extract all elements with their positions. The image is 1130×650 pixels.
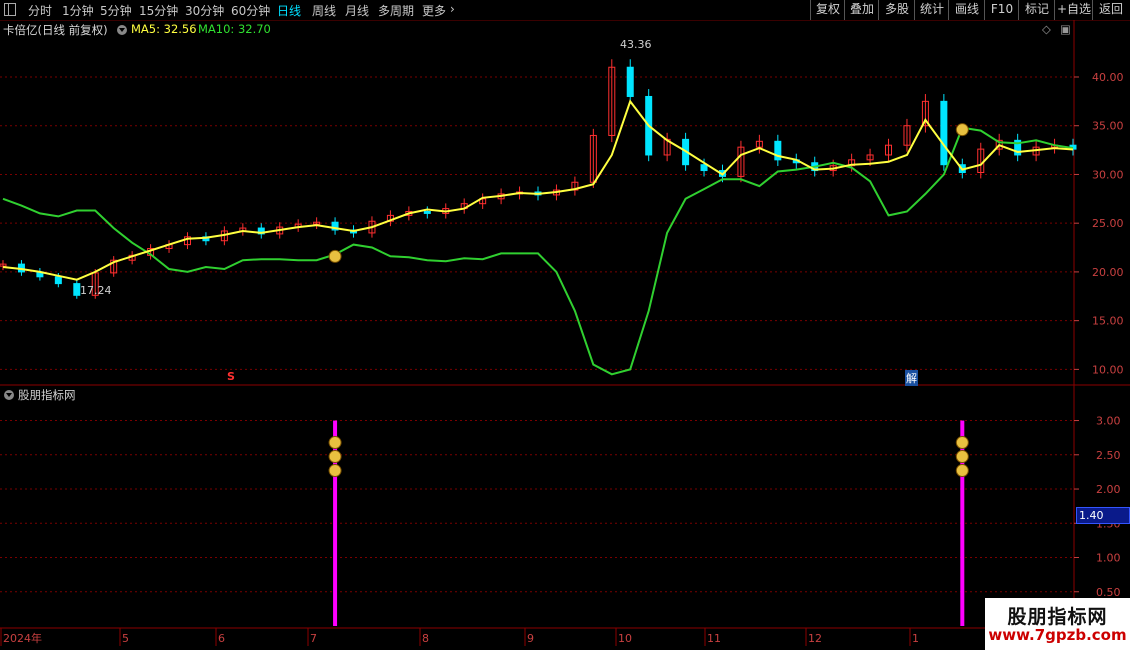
- watermark-url: www.7gpzb.com: [988, 626, 1127, 644]
- y-tick-label: 15.00: [1092, 315, 1124, 328]
- high-price-marker: 43.36: [620, 38, 652, 51]
- money-bag-icon: [955, 450, 969, 464]
- watermark: 股朋指标网 www.7gpzb.com: [985, 598, 1130, 650]
- candle-body: [700, 164, 708, 172]
- month-label: 11: [707, 632, 721, 645]
- y-tick-label: 30.00: [1092, 168, 1124, 181]
- month-label: 7: [310, 632, 317, 645]
- y-tick-label: 2.00: [1096, 483, 1121, 496]
- money-bag-icon: [955, 436, 969, 450]
- candle-body: [940, 100, 948, 166]
- candle-body: [626, 66, 634, 97]
- money-bag-icon: [955, 464, 969, 478]
- month-label: 8: [422, 632, 429, 645]
- month-label: 2024年: [3, 631, 42, 645]
- current-value-box: 1.40: [1076, 507, 1130, 524]
- month-label: 1: [912, 632, 919, 645]
- stock-chart[interactable]: 10.00 15.00 20.00 25.00 30.00 35.00 40.00 0.50 1…: [0, 0, 1130, 650]
- month-label: 6: [218, 632, 225, 645]
- y-tick-label: 35.00: [1092, 120, 1124, 133]
- month-label: 12: [808, 632, 822, 645]
- y-tick-label: 3.00: [1096, 415, 1121, 428]
- y-tick-label: 2.50: [1096, 449, 1121, 462]
- y-tick-label: 10.00: [1092, 363, 1124, 376]
- y-tick-label: 20.00: [1092, 266, 1124, 279]
- ma10-line: [2, 126, 1074, 376]
- unlock-signal-mark: 解: [905, 370, 918, 386]
- money-bag-icon: [328, 436, 342, 450]
- y-tick-label: 1.00: [1096, 552, 1121, 565]
- month-label: 10: [618, 632, 632, 645]
- month-label: 9: [527, 632, 534, 645]
- month-label: 5: [122, 632, 129, 645]
- money-bag-icon: [328, 249, 342, 263]
- candle-body: [423, 210, 431, 214]
- candle-body: [73, 283, 81, 296]
- money-bag-icon: [328, 450, 342, 464]
- low-price-marker: 17.24: [80, 284, 112, 297]
- candle-body: [54, 276, 62, 285]
- money-bag-icon: [955, 123, 969, 137]
- sell-signal-mark: S: [227, 370, 235, 383]
- y-tick-label: 25.00: [1092, 217, 1124, 230]
- y-tick-label: 40.00: [1092, 71, 1124, 84]
- y-tick-label: 0.50: [1096, 586, 1121, 599]
- money-bag-icon: [328, 464, 342, 478]
- watermark-title: 股朋指标网: [1007, 606, 1108, 628]
